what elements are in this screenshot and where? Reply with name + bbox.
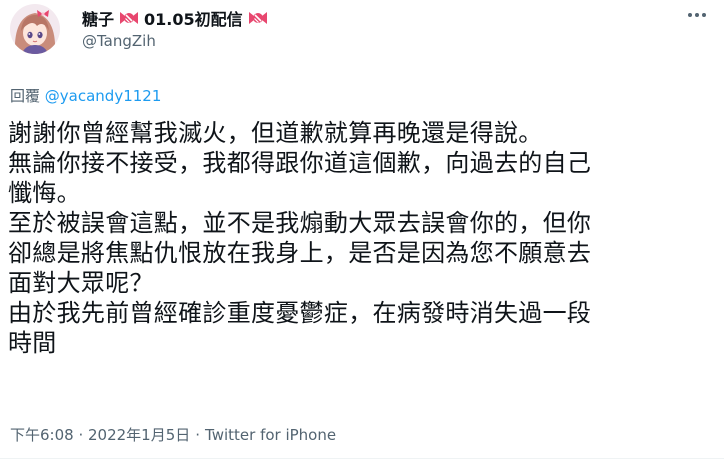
- candy-icon: [247, 8, 269, 28]
- more-horizontal-icon: [695, 13, 699, 17]
- tweet-text-line: 謝謝你曾經幫我滅火，但道歉就算再晚還是得說。: [8, 119, 543, 147]
- author-display-name: 糖子: [82, 10, 115, 29]
- author-name-row[interactable]: 糖子 01.05初配信: [82, 7, 269, 29]
- candy-icon: [118, 8, 140, 28]
- tweet-meta: 下午6:08 · 2022年1月5日 · Twitter for iPhone: [10, 424, 336, 445]
- avatar-image: [10, 4, 60, 54]
- tweet-text-line: 無論你接不接受，我都得跟你道這個歉，向過去的自己: [8, 149, 592, 177]
- tweet-text-line: 時間: [8, 329, 57, 357]
- replying-to-label: 回覆: [10, 87, 41, 105]
- replying-to: 回覆 @yacandy1121: [10, 85, 161, 106]
- divider: [0, 458, 724, 459]
- tweet-header: 糖子 01.05初配信 @TangZih: [0, 0, 724, 70]
- avatar[interactable]: [10, 4, 60, 54]
- reply-mention-link[interactable]: @yacandy1121: [45, 87, 162, 105]
- author-handle[interactable]: @TangZih: [82, 32, 156, 50]
- tweet-timestamp-link[interactable]: 下午6:08 · 2022年1月5日: [10, 426, 190, 444]
- meta-separator: ·: [195, 426, 201, 444]
- tweet-text-line: 面對大眾呢？: [8, 269, 154, 297]
- tweet-text-line: 懺悔。: [8, 179, 81, 207]
- tweet-source-link[interactable]: Twitter for iPhone: [205, 426, 336, 444]
- more-horizontal-icon: [688, 13, 692, 17]
- tweet-text-line: 卻總是將焦點仇恨放在我身上，是否是因為您不願意去: [8, 239, 592, 267]
- more-horizontal-icon: [702, 13, 706, 17]
- tweet-text-line: 至於被誤會這點，並不是我煽動大眾去誤會你的，但你: [8, 209, 592, 237]
- tweet-text-line: 由於我先前曾經確診重度憂鬱症，在病發時消失過一段: [8, 299, 592, 327]
- more-options-button[interactable]: [682, 4, 712, 26]
- tweet-text: 謝謝你曾經幫我滅火，但道歉就算再晚還是得說。 無論你接不接受，我都得跟你道這個歉…: [8, 118, 718, 358]
- author-name-suffix: 01.05初配信: [144, 10, 243, 29]
